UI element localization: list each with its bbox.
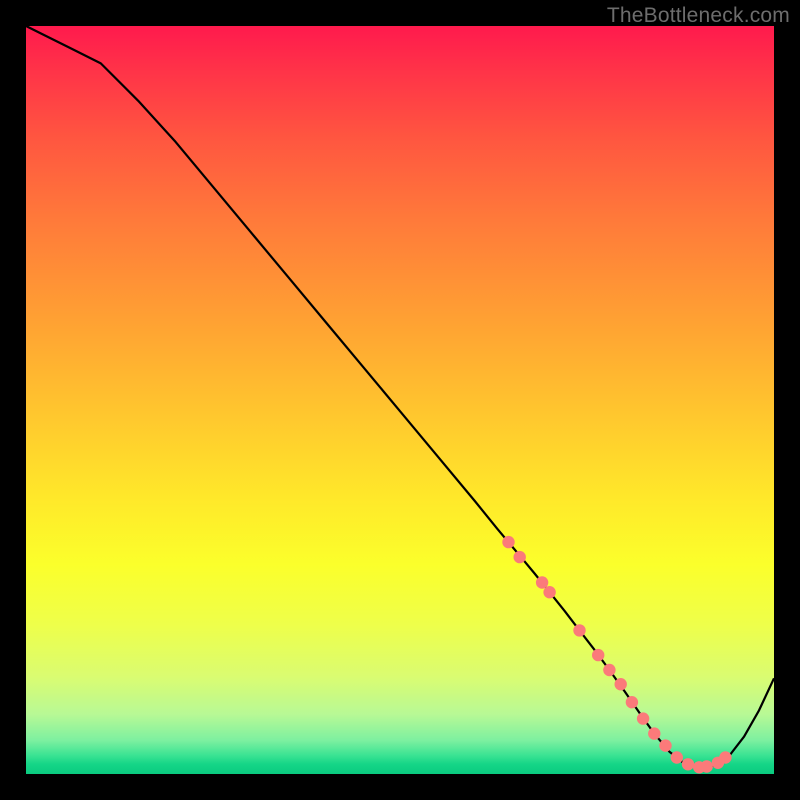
scatter-dot xyxy=(514,551,526,563)
chart-frame: TheBottleneck.com xyxy=(0,0,800,800)
scatter-dot xyxy=(626,696,638,708)
scatter-dot xyxy=(659,739,671,751)
plot-area xyxy=(26,26,774,774)
scatter-dot xyxy=(671,751,683,763)
scatter-dot xyxy=(637,712,649,724)
scatter-dot xyxy=(592,649,604,661)
scatter-dot xyxy=(701,760,713,772)
scatter-dot xyxy=(536,576,548,588)
scatter-dot xyxy=(719,751,731,763)
scatter-dot xyxy=(603,664,615,676)
bottleneck-curve xyxy=(26,26,774,767)
scatter-dots xyxy=(502,536,731,774)
watermark-text: TheBottleneck.com xyxy=(607,4,790,28)
scatter-dot xyxy=(615,678,627,690)
scatter-dot xyxy=(682,758,694,770)
scatter-dot xyxy=(543,586,555,598)
scatter-dot xyxy=(648,727,660,739)
scatter-dot xyxy=(502,536,514,548)
scatter-dot xyxy=(573,624,585,636)
curve-layer xyxy=(26,26,774,774)
